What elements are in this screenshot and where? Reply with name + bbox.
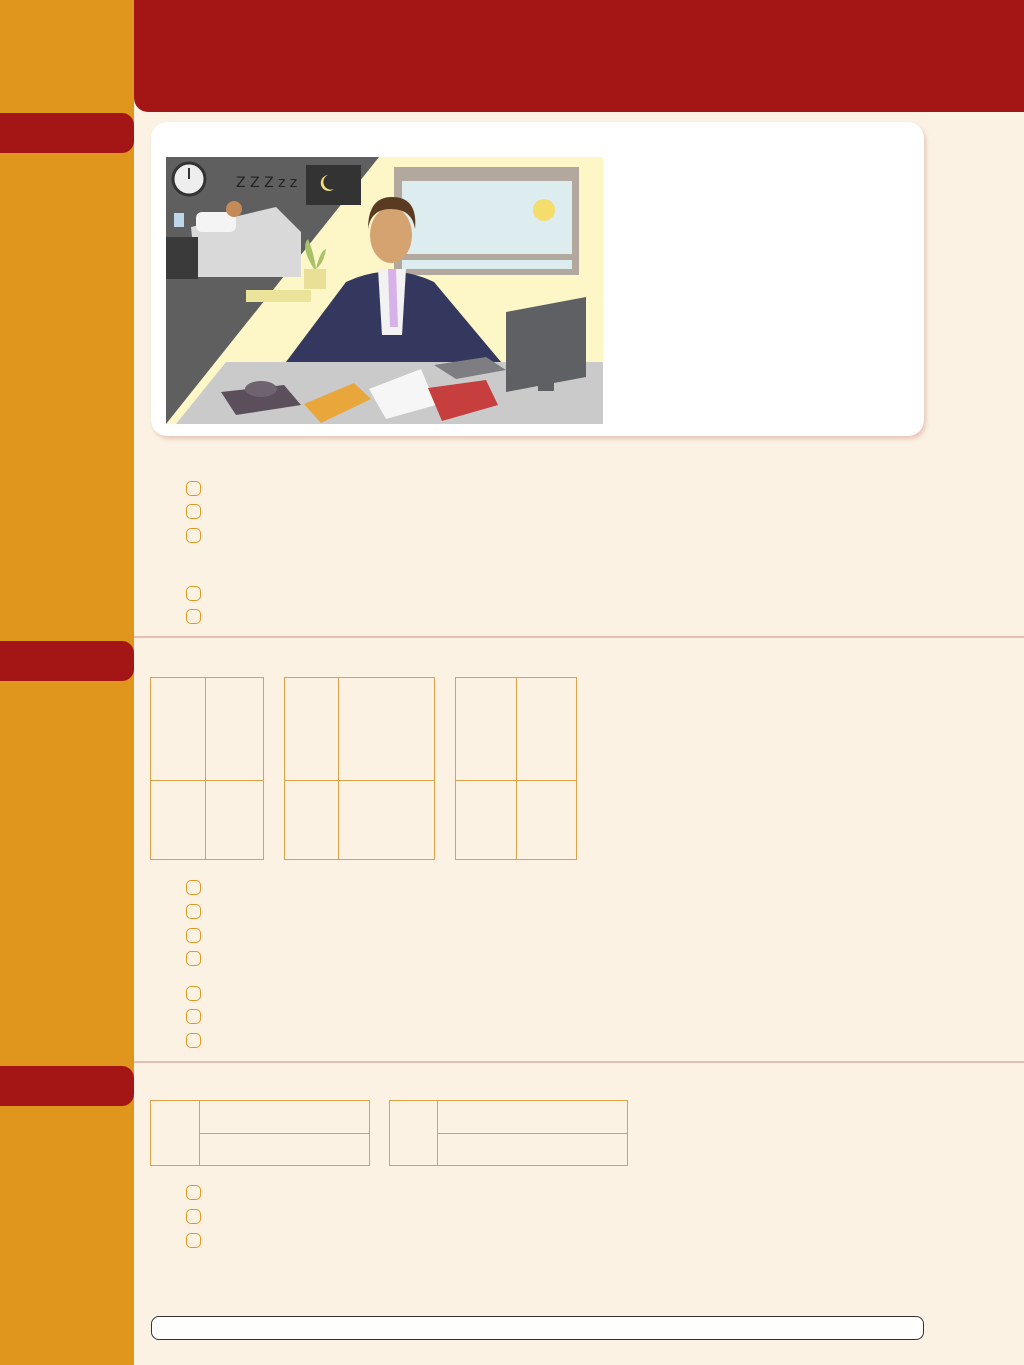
option-checkbox[interactable] xyxy=(186,1233,201,1248)
section-divider-1 xyxy=(134,636,1024,638)
option-checkbox[interactable] xyxy=(186,1033,201,1048)
option-checkbox[interactable] xyxy=(186,528,201,543)
grid-table-1 xyxy=(150,677,264,860)
option-checkbox[interactable] xyxy=(186,904,201,919)
option-checkbox[interactable] xyxy=(186,586,201,601)
option-checkbox[interactable] xyxy=(186,481,201,496)
option-checkbox[interactable] xyxy=(186,609,201,624)
grid-table-4 xyxy=(150,1100,370,1166)
section-divider-2 xyxy=(134,1061,1024,1063)
section-1-tab xyxy=(0,113,134,153)
page-header-band xyxy=(134,0,1024,112)
option-checkbox[interactable] xyxy=(186,928,201,943)
grid-table-5 xyxy=(389,1100,628,1166)
option-checkbox[interactable] xyxy=(186,504,201,519)
option-checkbox[interactable] xyxy=(186,1009,201,1024)
section-2-tab xyxy=(0,641,134,681)
answer-input-bar[interactable] xyxy=(151,1316,924,1340)
option-checkbox[interactable] xyxy=(186,951,201,966)
grid-table-3 xyxy=(455,677,577,860)
grid-table-2 xyxy=(284,677,435,860)
option-checkbox[interactable] xyxy=(186,1185,201,1200)
option-checkbox[interactable] xyxy=(186,880,201,895)
wall-clock-icon xyxy=(171,161,207,197)
illustration-businessman-day-night: Z Z Z z z xyxy=(166,157,603,424)
left-sidebar xyxy=(0,0,134,1365)
zzz-sleep-icon: Z Z Z z z xyxy=(236,175,297,191)
section-3-tab xyxy=(0,1066,134,1106)
sun-icon xyxy=(533,199,555,221)
option-checkbox[interactable] xyxy=(186,986,201,1001)
option-checkbox[interactable] xyxy=(186,1209,201,1224)
